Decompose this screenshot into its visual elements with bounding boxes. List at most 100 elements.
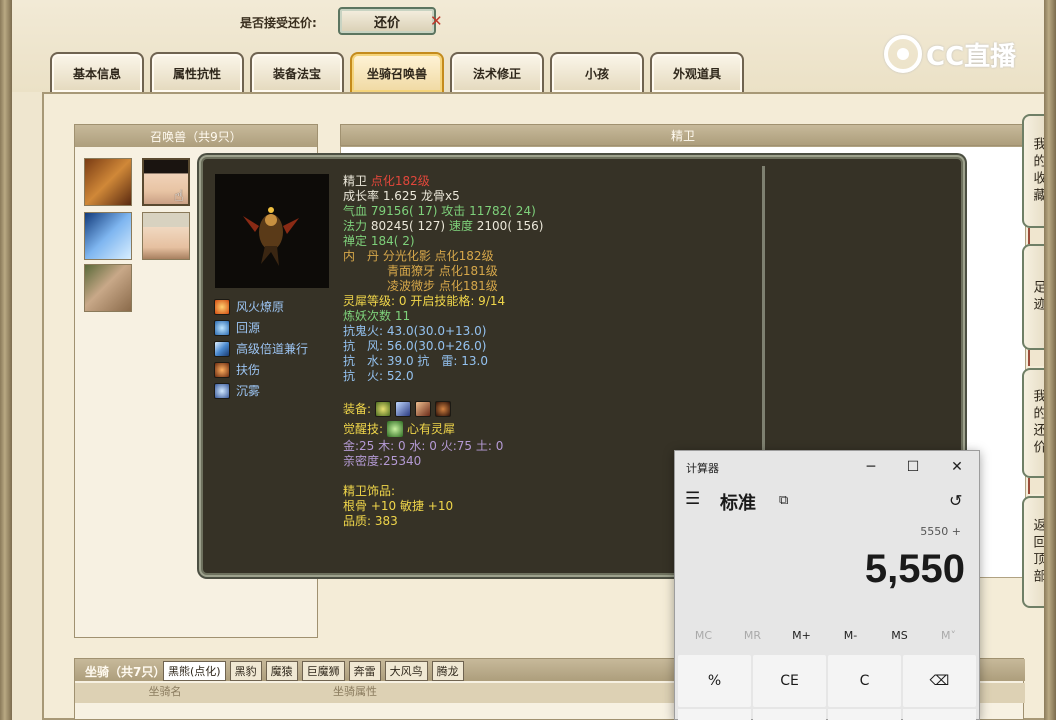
keep-on-top-icon[interactable]: ⧉ <box>779 493 788 508</box>
heal-skill-icon <box>214 361 230 378</box>
close-icon: ✕ <box>430 12 443 30</box>
resistance-line: 抗 风: 56.0(30.0+26.0) <box>343 339 487 353</box>
hand-cursor-icon: ☝ <box>174 186 184 205</box>
counter-offer-button[interactable]: 还价 <box>338 7 436 35</box>
close-button[interactable]: ✕ <box>935 455 979 479</box>
equipment-icon[interactable] <box>395 401 412 417</box>
neidan-item: 分光化影 点化182级 <box>382 249 494 263</box>
mp-label: 法力 <box>343 219 368 233</box>
tab-spell-modifiers[interactable]: 法术修正 <box>450 52 544 92</box>
calculator-mode: 标准 <box>720 493 756 514</box>
resistance-line: 抗 火: 52.0 <box>343 369 414 383</box>
mount-tab[interactable]: 魔猿 <box>265 661 298 681</box>
mount-tabs: 黑熊(点化) 黑豹 魔猿 巨魔狮 奔雷 大风鸟 腾龙 <box>163 661 464 681</box>
pet-portrait <box>215 174 329 288</box>
accessory-label: 精卫饰品: <box>343 484 396 498</box>
atk-label: 攻击 <box>441 204 466 218</box>
skill-item[interactable]: 沉雾 <box>214 380 308 401</box>
accessory-quality: 品质: 383 <box>343 514 398 528</box>
memory-list-button[interactable]: M˅ <box>924 629 973 642</box>
lingxi-label: 灵犀等级: <box>343 294 396 308</box>
pet-thumbnail[interactable] <box>84 264 132 312</box>
zen-label: 禅定 <box>343 234 368 248</box>
neidan-label: 内 丹 <box>343 249 380 263</box>
minimize-button[interactable]: ─ <box>849 455 893 479</box>
skill-name: 沉雾 <box>236 384 261 398</box>
logo-text: CC直播 <box>926 41 1017 72</box>
equipment-icon[interactable] <box>435 401 452 417</box>
backspace-key[interactable]: ⌫ <box>903 655 976 707</box>
hp-label: 气血 <box>343 204 368 218</box>
zen-value: 184( 2) <box>370 234 415 248</box>
offer-label: 是否接受还价: <box>240 16 317 30</box>
equipment-icon[interactable] <box>375 401 392 417</box>
awaken-value: 心有灵犀 <box>407 421 456 436</box>
mount-tab[interactable]: 腾龙 <box>431 661 464 681</box>
tab-appearance-items[interactable]: 外观道具 <box>650 52 744 92</box>
calculator-expression: 5550 + <box>920 525 961 538</box>
resistance-line: 抗鬼火: 43.0(30.0+13.0) <box>343 324 487 338</box>
memory-clear-button[interactable]: MC <box>679 629 728 642</box>
history-icon[interactable]: ↺ <box>949 491 962 510</box>
mount-tab[interactable]: 黑熊(点化) <box>163 661 226 681</box>
logo-mark-icon <box>884 35 922 73</box>
clear-key[interactable]: C <box>828 655 901 707</box>
skill-item[interactable]: 高级倍道兼行 <box>214 338 308 359</box>
calculator-display: 5,550 <box>864 547 965 591</box>
memory-subtract-button[interactable]: M- <box>826 629 875 642</box>
pet-thumbnail[interactable] <box>84 212 132 260</box>
mount-tab[interactable]: 黑豹 <box>229 661 262 681</box>
accessory-stats: 根骨 +10 敏捷 +10 <box>343 499 454 513</box>
pet-sprite-icon <box>243 207 299 266</box>
calculator-key[interactable] <box>903 709 976 720</box>
tab-equipment[interactable]: 装备法宝 <box>250 52 344 92</box>
awaken-label: 觉醒技: <box>343 421 384 436</box>
skill-name: 扶伤 <box>236 363 261 377</box>
spd-value: 2100( 156) <box>476 219 544 233</box>
lingxi-value: 0 开启技能格: 9/14 <box>398 294 506 308</box>
mount-tab[interactable]: 巨魔狮 <box>301 661 345 681</box>
neidan-item: 凌波微步 点化181级 <box>387 279 498 293</box>
tab-children[interactable]: 小孩 <box>550 52 644 92</box>
pet-level: 点化182级 <box>370 174 430 188</box>
mount-col-name: 坐骑名 <box>148 685 182 698</box>
speed-skill-icon <box>214 340 230 357</box>
calculator-key[interactable] <box>753 709 826 720</box>
skill-name: 高级倍道兼行 <box>236 342 309 356</box>
hp-value: 79156( 17) <box>370 204 438 218</box>
skill-item[interactable]: 回源 <box>214 317 308 338</box>
skill-item[interactable]: 扶伤 <box>214 359 308 380</box>
pet-skill-list: 风火燎原 回源 高级倍道兼行 扶伤 沉雾 <box>214 296 308 401</box>
tab-mounts-summons[interactable]: 坐骑召唤兽 <box>350 52 444 92</box>
skill-item[interactable]: 风火燎原 <box>214 296 308 317</box>
memory-row: MC MR M+ M- MS M˅ <box>675 629 981 642</box>
hamburger-menu-icon[interactable]: ☰ <box>685 489 700 509</box>
clear-entry-key[interactable]: CE <box>753 655 826 707</box>
memory-recall-button[interactable]: MR <box>728 629 777 642</box>
summons-list-title: 召唤兽（共9只） <box>75 125 317 147</box>
mount-tab[interactable]: 大风鸟 <box>384 661 428 681</box>
pet-thumbnail[interactable] <box>84 158 132 206</box>
pet-name: 精卫 <box>343 174 368 188</box>
tab-attributes[interactable]: 属性抗性 <box>150 52 244 92</box>
maximize-button[interactable]: ☐ <box>891 455 935 479</box>
mount-tab[interactable]: 奔雷 <box>348 661 381 681</box>
atk-value: 11782( 24) <box>469 204 536 218</box>
pet-thumbnail[interactable] <box>142 212 190 260</box>
memory-store-button[interactable]: MS <box>875 629 924 642</box>
fog-skill-icon <box>214 382 230 399</box>
mount-col-attr: 坐骑属性 <box>333 685 377 698</box>
calculator-key[interactable] <box>678 709 751 720</box>
main-tabs: 基本信息 属性抗性 装备法宝 坐骑召唤兽 法术修正 小孩 外观道具 <box>50 52 744 92</box>
calculator-title: 计算器 <box>686 462 719 475</box>
equip-label: 装备: <box>343 401 372 416</box>
equipment-icon[interactable] <box>415 401 432 417</box>
pet-growth: 成长率 1.625 龙骨x5 <box>343 189 460 203</box>
neidan-item: 青面獠牙 点化181级 <box>387 264 498 278</box>
frame-left <box>0 0 12 720</box>
tab-basic-info[interactable]: 基本信息 <box>50 52 144 92</box>
memory-add-button[interactable]: M+ <box>777 629 826 642</box>
calculator-key[interactable] <box>828 709 901 720</box>
percent-key[interactable]: % <box>678 655 751 707</box>
pet-stats: 精卫 点化182级 成长率 1.625 龙骨x5 气血 79156( 17) 攻… <box>343 174 673 529</box>
